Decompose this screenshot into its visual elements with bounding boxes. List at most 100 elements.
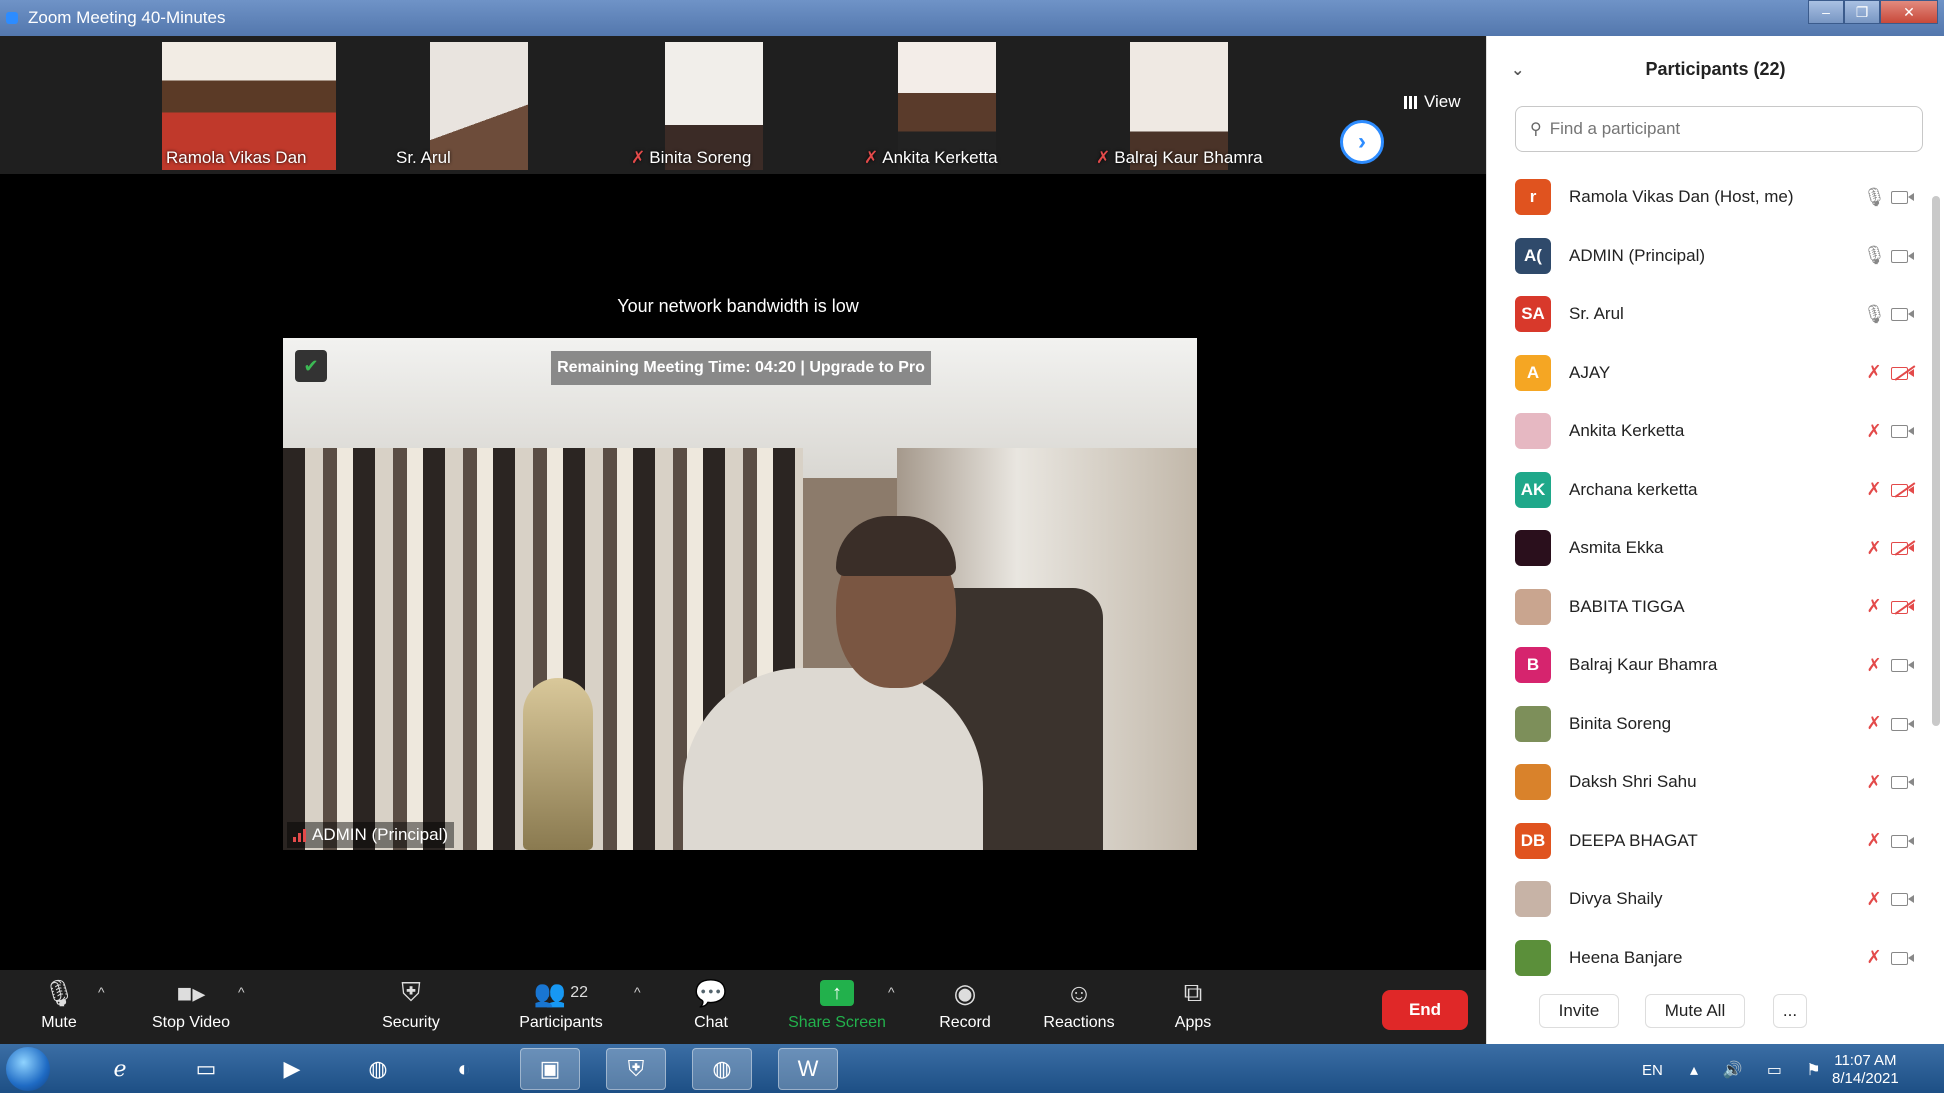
panel-title: Participants (22) bbox=[1645, 58, 1786, 79]
security-shield-taskbar-icon[interactable]: ⛨ bbox=[606, 1048, 666, 1090]
minimize-button[interactable]: – bbox=[1808, 0, 1844, 24]
stop-video-button[interactable]: ■▸ Stop Video bbox=[136, 976, 246, 1038]
tile-name: ✗ Binita Soreng bbox=[631, 148, 752, 167]
video-camera-icon[interactable] bbox=[1891, 306, 1915, 322]
more-options-button[interactable]: ... bbox=[1773, 994, 1807, 1028]
muted-mic-icon[interactable]: ✗ bbox=[1863, 713, 1885, 734]
search-input[interactable] bbox=[1549, 119, 1890, 139]
participants-options-caret-icon[interactable]: ^ bbox=[634, 984, 641, 1000]
video-camera-icon[interactable] bbox=[1891, 423, 1915, 439]
maximize-button[interactable]: ❐ bbox=[1844, 0, 1880, 24]
chat-bubble-icon: 💬 bbox=[694, 977, 728, 1008]
language-indicator[interactable]: EN bbox=[1642, 1062, 1663, 1079]
microphone-icon[interactable]: 🎙 bbox=[1863, 187, 1886, 208]
microphone-icon[interactable]: 🎙 bbox=[1863, 304, 1886, 325]
mute-all-button[interactable]: Mute All bbox=[1645, 994, 1745, 1028]
muted-mic-icon[interactable]: ✗ bbox=[1863, 479, 1885, 500]
video-camera-icon[interactable] bbox=[1891, 833, 1915, 849]
internet-explorer-icon[interactable]: ℯ bbox=[90, 1048, 150, 1090]
video-camera-icon[interactable] bbox=[1891, 189, 1915, 205]
muted-mic-icon[interactable]: ✗ bbox=[1863, 830, 1885, 851]
view-button[interactable]: View bbox=[1404, 92, 1461, 112]
video-off-icon[interactable] bbox=[1891, 599, 1915, 615]
muted-mic-icon[interactable]: ✗ bbox=[1863, 947, 1885, 968]
chat-button[interactable]: 💬 Chat bbox=[656, 976, 766, 1038]
participants-button[interactable]: 👥 22 Participants bbox=[506, 976, 616, 1038]
audio-options-caret-icon[interactable]: ^ bbox=[98, 984, 105, 1000]
participant-row[interactable]: SA Sr. Arul 🎙 bbox=[1487, 285, 1927, 344]
security-label: Security bbox=[382, 1014, 440, 1031]
muted-mic-icon[interactable]: ✗ bbox=[1863, 772, 1885, 793]
muted-mic-icon[interactable]: ✗ bbox=[1863, 538, 1885, 559]
muted-mic-icon[interactable]: ✗ bbox=[1863, 362, 1885, 383]
video-camera-icon[interactable] bbox=[1891, 657, 1915, 673]
video-off-icon[interactable] bbox=[1891, 540, 1915, 556]
participant-row[interactable]: BABITA TIGGA ✗ bbox=[1487, 578, 1927, 637]
zoom-taskbar-icon[interactable]: ▣ bbox=[520, 1048, 580, 1090]
video-tile[interactable]: ✗ Binita Soreng bbox=[625, 42, 803, 170]
muted-mic-icon[interactable]: ✗ bbox=[1863, 421, 1885, 442]
participant-row[interactable]: Divya Shaily ✗ bbox=[1487, 870, 1927, 929]
active-speaker-video[interactable]: ✔ Remaining Meeting Time: 04:20 | Upgrad… bbox=[283, 338, 1197, 850]
participant-row[interactable]: r Ramola Vikas Dan (Host, me) 🎙 bbox=[1487, 168, 1927, 227]
apps-button[interactable]: ⧉ Apps bbox=[1138, 976, 1248, 1038]
video-off-icon[interactable] bbox=[1891, 365, 1915, 381]
remaining-time-banner[interactable]: Remaining Meeting Time: 04:20 | Upgrade … bbox=[551, 351, 931, 385]
video-tile[interactable]: Sr. Arul bbox=[390, 42, 568, 170]
video-tile[interactable]: Ramola Vikas Dan bbox=[160, 42, 338, 170]
video-options-caret-icon[interactable]: ^ bbox=[238, 984, 245, 1000]
encryption-shield-icon[interactable]: ✔ bbox=[295, 350, 327, 382]
tray-icons[interactable]: ▴ 🔊 ▭ ⚑ bbox=[1690, 1060, 1831, 1080]
media-player-icon[interactable]: ▶ bbox=[262, 1048, 322, 1090]
file-explorer-icon[interactable]: ▭ bbox=[176, 1048, 236, 1090]
participant-row[interactable]: Daksh Shri Sahu ✗ bbox=[1487, 753, 1927, 812]
share-screen-button[interactable]: ↑ Share Screen bbox=[782, 976, 892, 1038]
chevron-down-icon[interactable]: ⌄ bbox=[1511, 60, 1524, 80]
participant-row[interactable]: AK Archana kerketta ✗ bbox=[1487, 461, 1927, 520]
muted-mic-icon[interactable]: ✗ bbox=[1863, 596, 1885, 617]
participant-row[interactable]: A AJAY ✗ bbox=[1487, 344, 1927, 403]
participant-row[interactable]: A(ADMIN (Principal) 🎙 bbox=[1487, 227, 1927, 286]
system-tray: EN ▴ 🔊 ▭ ⚑ 11:07 AM 8/14/2021 bbox=[1640, 1050, 1940, 1090]
video-tile[interactable]: ✗ Ankita Kerketta bbox=[858, 42, 1036, 170]
participant-row[interactable]: Asmita Ekka ✗ bbox=[1487, 519, 1927, 578]
muted-mic-icon: ✗ bbox=[864, 148, 879, 167]
video-off-icon[interactable] bbox=[1891, 482, 1915, 498]
chrome-active-icon[interactable]: ◍ bbox=[692, 1048, 752, 1090]
chrome-icon[interactable]: ◍ bbox=[348, 1048, 408, 1090]
reactions-button[interactable]: ☺ Reactions bbox=[1024, 976, 1134, 1038]
system-clock[interactable]: 11:07 AM 8/14/2021 bbox=[1832, 1052, 1899, 1088]
avatar: r bbox=[1515, 179, 1551, 216]
record-button[interactable]: ◉ Record bbox=[910, 976, 1020, 1038]
video-camera-icon[interactable] bbox=[1891, 248, 1915, 264]
close-window-button[interactable]: ✕ bbox=[1880, 0, 1938, 24]
security-button[interactable]: ⛨ Security bbox=[356, 976, 466, 1038]
video-camera-icon[interactable] bbox=[1891, 891, 1915, 907]
video-camera-icon[interactable] bbox=[1891, 950, 1915, 966]
video-camera-icon[interactable] bbox=[1891, 716, 1915, 732]
participant-row[interactable]: Heena Banjare ✗ bbox=[1487, 929, 1927, 988]
participant-row[interactable]: Ankita Kerketta ✗ bbox=[1487, 402, 1927, 461]
start-button-icon[interactable] bbox=[6, 1047, 50, 1091]
participant-row[interactable]: Binita Soreng ✗ bbox=[1487, 695, 1927, 754]
participant-row[interactable]: DB DEEPA BHAGAT ✗ bbox=[1487, 812, 1927, 871]
firefox-icon[interactable]: ◐ bbox=[434, 1048, 494, 1090]
invite-button[interactable]: Invite bbox=[1539, 994, 1619, 1028]
next-page-arrow-icon[interactable]: › bbox=[1340, 120, 1384, 164]
video-tile[interactable]: ✗ Balraj Kaur Bhamra bbox=[1090, 42, 1268, 170]
avatar: A bbox=[1515, 354, 1551, 391]
participant-row[interactable]: B Balraj Kaur Bhamra ✗ bbox=[1487, 636, 1927, 695]
muted-mic-icon[interactable]: ✗ bbox=[1863, 655, 1885, 676]
avatar: SA bbox=[1515, 296, 1551, 333]
video-camera-icon[interactable] bbox=[1891, 774, 1915, 790]
avatar bbox=[1515, 705, 1551, 742]
word-icon[interactable]: W bbox=[778, 1048, 838, 1090]
end-meeting-button[interactable]: End bbox=[1382, 990, 1468, 1030]
microphone-icon[interactable]: 🎙 bbox=[1863, 245, 1886, 266]
panel-scrollbar[interactable] bbox=[1932, 196, 1940, 726]
muted-mic-icon[interactable]: ✗ bbox=[1863, 889, 1885, 910]
share-options-caret-icon[interactable]: ^ bbox=[888, 984, 895, 1000]
avatar: B bbox=[1515, 647, 1551, 684]
participant-search[interactable]: ⚲ bbox=[1515, 106, 1923, 152]
gallery-strip: Ramola Vikas Dan Sr. Arul ✗ Binita Soreng… bbox=[0, 36, 1486, 174]
